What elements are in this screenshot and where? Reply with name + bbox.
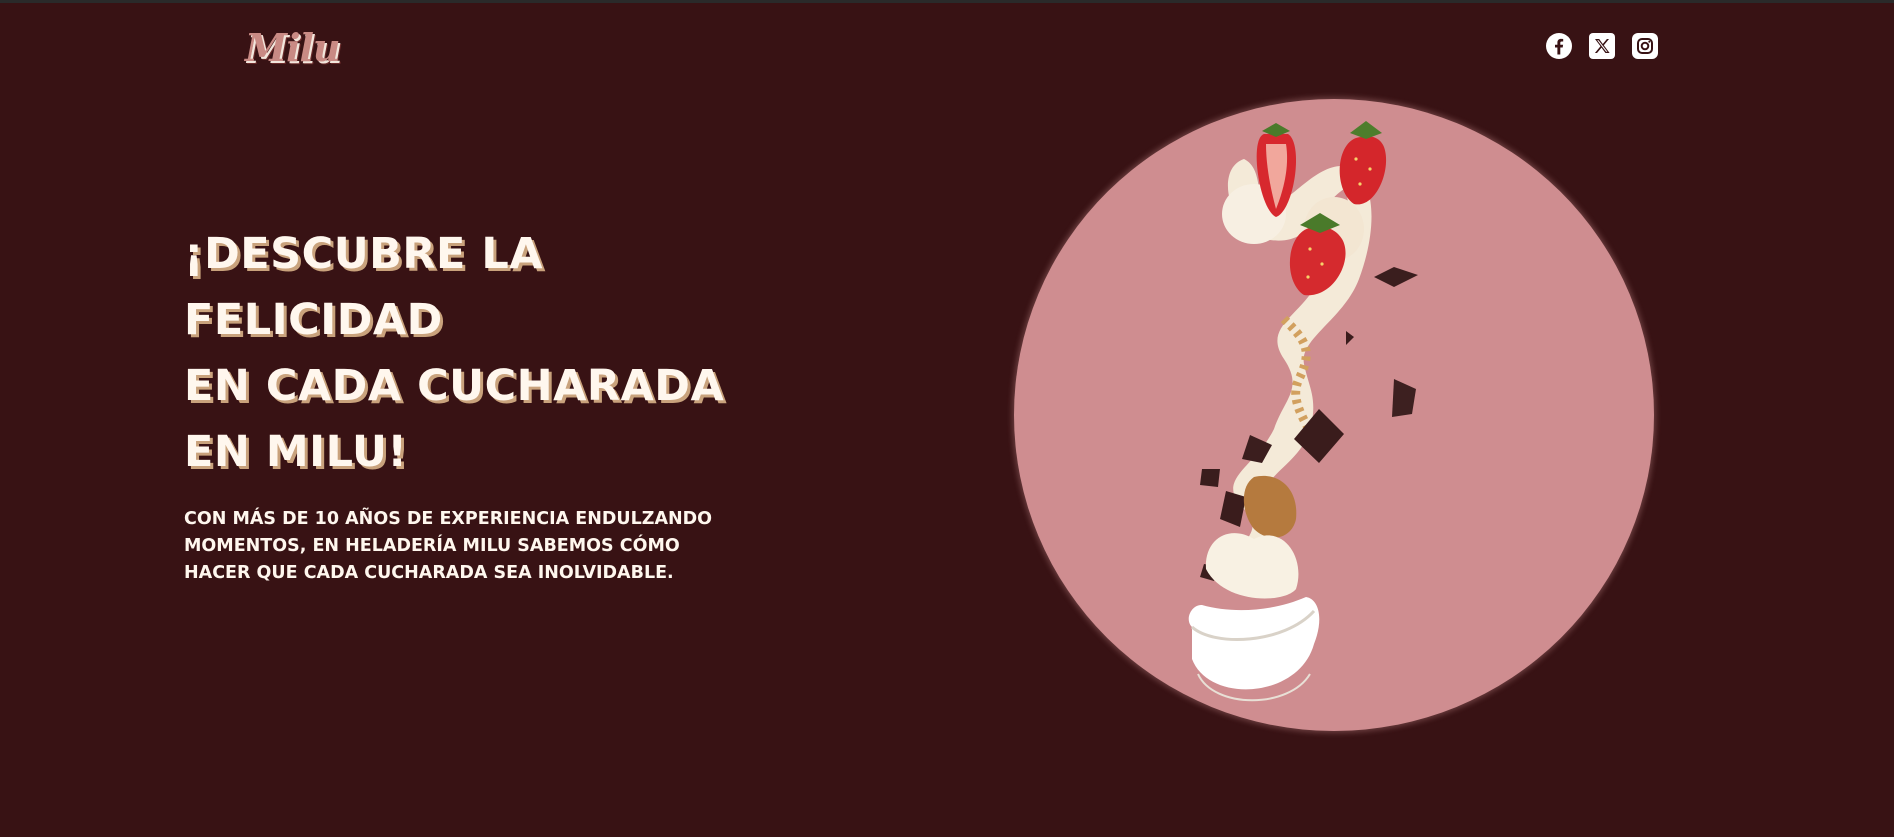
hero-title: ¡DESCUBRE LA FELICIDAD EN CADA CUCHARADA… [184, 221, 744, 485]
dessert-illustration [1188, 121, 1418, 702]
hero-title-line: EN CADA CUCHARADA [184, 361, 725, 411]
brand-logo[interactable]: Milu [245, 25, 341, 70]
facebook-icon[interactable] [1546, 33, 1572, 59]
x-icon[interactable] [1589, 33, 1615, 59]
social-links [1546, 33, 1658, 59]
hero-subtitle: Con más de 10 años de experiencia endulz… [184, 509, 713, 583]
hero-title-line: EN MILU! [184, 427, 408, 477]
hero-title-line: FELICIDAD [184, 295, 443, 345]
instagram-icon[interactable] [1632, 33, 1658, 59]
hero-title-line: ¡DESCUBRE LA [184, 229, 544, 279]
